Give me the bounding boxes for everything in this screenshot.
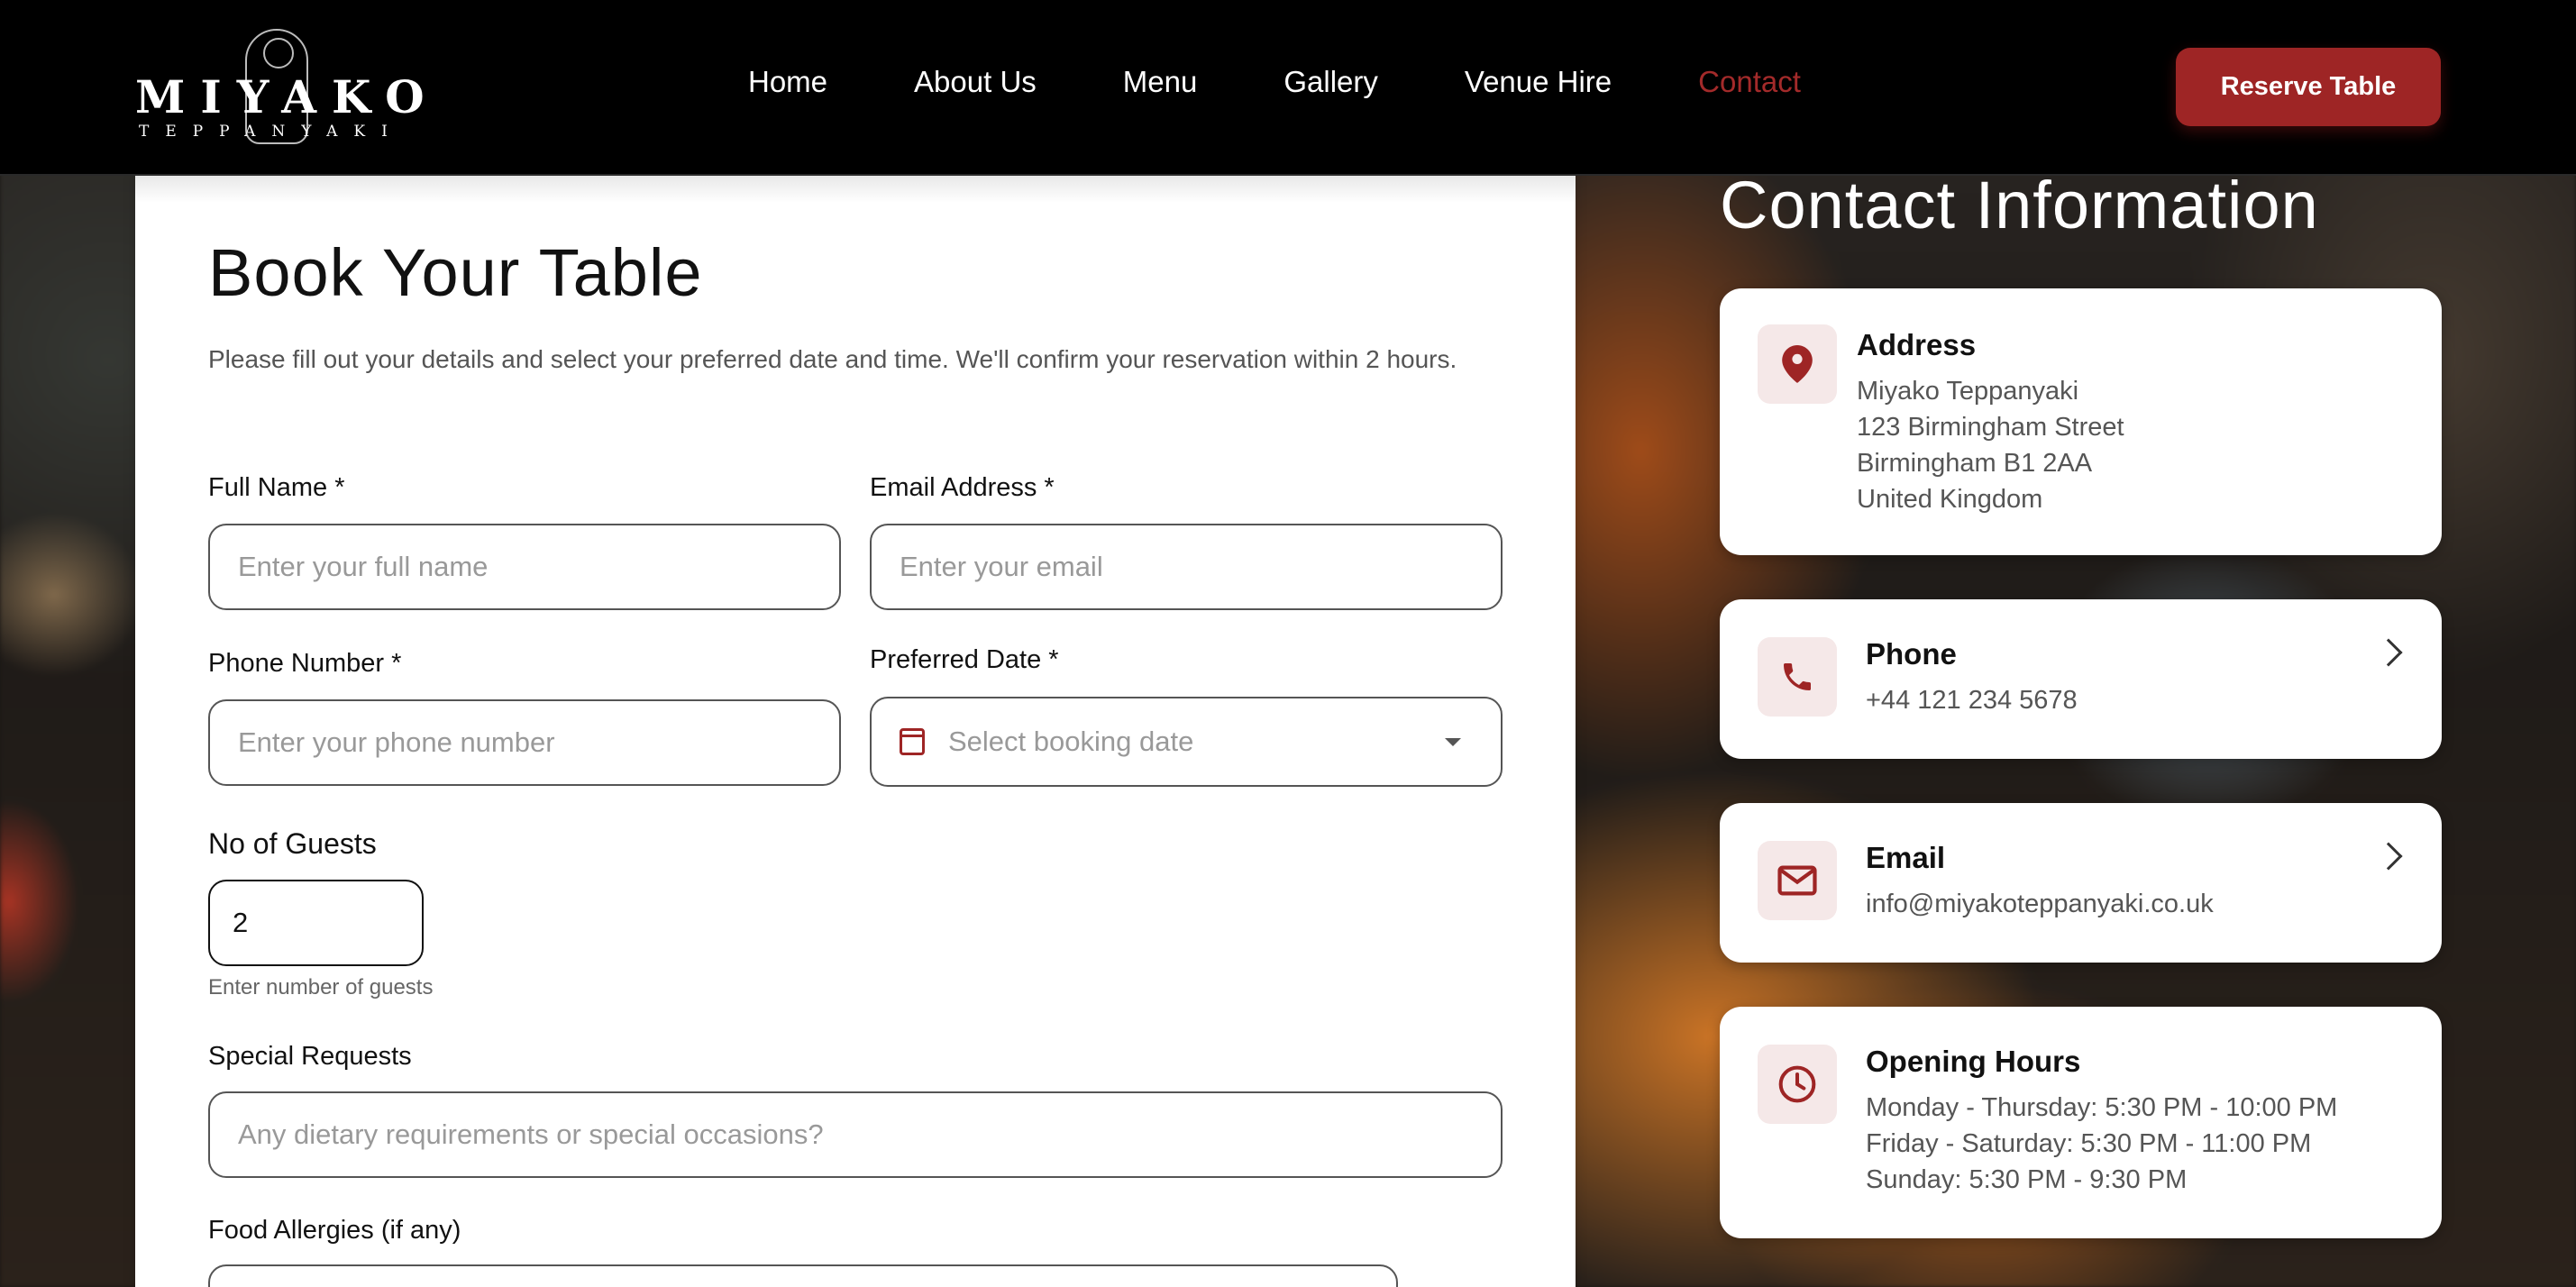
full-name-input[interactable]: Enter your full name xyxy=(208,524,841,610)
email-label: Email Address * xyxy=(870,473,1055,502)
reserve-table-button[interactable]: Reserve Table xyxy=(2176,48,2441,126)
special-requests-label: Special Requests xyxy=(208,1042,412,1071)
email-card[interactable]: Email info@miyakoteppanyaki.co.uk xyxy=(1720,803,2442,963)
guests-label: No of Guests xyxy=(208,827,377,860)
address-heading: Address xyxy=(1857,328,1977,361)
opening-hours-card: Opening Hours Monday - Thursday: 5:30 PM… xyxy=(1720,1007,2442,1238)
date-picker[interactable]: Select booking date xyxy=(870,697,1503,787)
logo[interactable]: MIYAKO TEPPANYAKI xyxy=(135,29,440,146)
form-description: Please fill out your details and select … xyxy=(208,345,1457,373)
phone-label: Phone Number * xyxy=(208,649,402,678)
email-heading: Email xyxy=(1866,841,1946,874)
address-line-3: Birmingham B1 2AA xyxy=(1857,449,2093,478)
calendar-icon xyxy=(900,728,925,755)
nav-venue-hire[interactable]: Venue Hire xyxy=(1465,65,1612,99)
form-title: Book Your Table xyxy=(208,235,703,310)
address-line-4: United Kingdom xyxy=(1857,485,2043,514)
chevron-down-icon xyxy=(1445,738,1461,746)
email-input[interactable]: Enter your email xyxy=(870,524,1503,610)
contact-info-title: Contact Information xyxy=(1720,168,2319,242)
full-name-label: Full Name * xyxy=(208,473,345,502)
food-allergies-label: Food Allergies (if any) xyxy=(208,1216,461,1245)
nav-about-us[interactable]: About Us xyxy=(914,65,1037,99)
phone-heading: Phone xyxy=(1866,637,1957,671)
email-value[interactable]: info@miyakoteppanyaki.co.uk xyxy=(1866,886,2214,922)
guests-input[interactable]: 2 xyxy=(208,880,424,966)
nav-home[interactable]: Home xyxy=(748,65,827,99)
food-allergies-input[interactable] xyxy=(208,1264,1398,1287)
address-line-2: 123 Birmingham Street xyxy=(1857,413,2124,442)
chevron-right-icon xyxy=(2374,638,2403,667)
top-navigation: MIYAKO TEPPANYAKI Home About Us Menu Gal… xyxy=(0,0,2576,176)
phone-card[interactable]: Phone +44 121 234 5678 xyxy=(1720,599,2442,759)
nav-contact[interactable]: Contact xyxy=(1698,65,1801,99)
hours-line-2: Friday - Saturday: 5:30 PM - 11:00 PM xyxy=(1866,1129,2312,1158)
booking-form-card: Book Your Table Please fill out your det… xyxy=(135,176,1576,1287)
hours-line-1: Monday - Thursday: 5:30 PM - 10:00 PM xyxy=(1866,1093,2338,1122)
address-line-1: Miyako Teppanyaki xyxy=(1857,377,2079,406)
chevron-right-icon xyxy=(2374,842,2403,871)
phone-icon xyxy=(1758,637,1837,717)
date-label: Preferred Date * xyxy=(870,645,1059,674)
guests-hint: Enter number of guests xyxy=(208,975,434,999)
logo-subtitle: TEPPANYAKI xyxy=(139,123,404,141)
main-menu: Home About Us Menu Gallery Venue Hire Co… xyxy=(748,65,1887,99)
hours-heading: Opening Hours xyxy=(1866,1045,2081,1078)
logo-wordmark: MIYAKO xyxy=(135,70,440,123)
hours-line-3: Sunday: 5:30 PM - 9:30 PM xyxy=(1866,1165,2188,1194)
nav-menu[interactable]: Menu xyxy=(1123,65,1198,99)
nav-gallery[interactable]: Gallery xyxy=(1283,65,1378,99)
mail-icon xyxy=(1758,841,1837,920)
address-card: Address Miyako Teppanyaki 123 Birmingham… xyxy=(1720,288,2442,555)
special-requests-input[interactable]: Any dietary requirements or special occa… xyxy=(208,1091,1503,1178)
phone-value[interactable]: +44 121 234 5678 xyxy=(1866,682,2078,718)
map-pin-icon xyxy=(1758,324,1837,404)
date-placeholder: Select booking date xyxy=(948,726,1194,757)
clock-icon xyxy=(1758,1045,1837,1124)
phone-input[interactable]: Enter your phone number xyxy=(208,699,841,786)
